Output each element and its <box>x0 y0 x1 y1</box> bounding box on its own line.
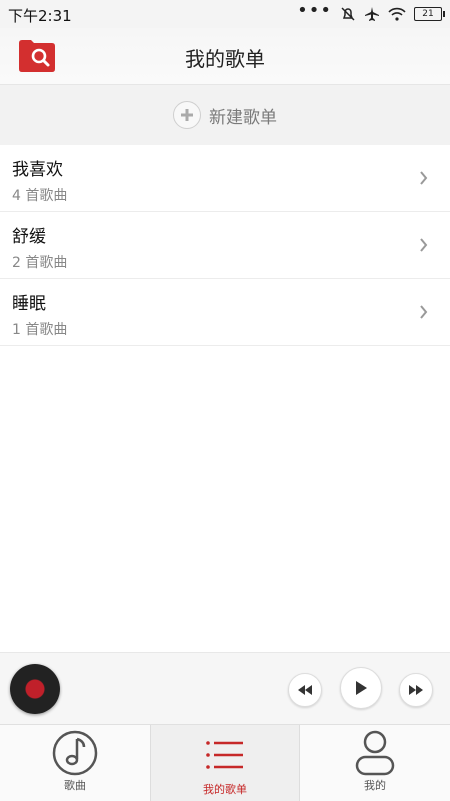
playlist-name: 睡眠 <box>12 294 46 314</box>
new-playlist-button[interactable]: 新建歌单 <box>0 85 450 145</box>
list-icon <box>206 741 243 769</box>
fast-forward-icon <box>409 685 423 695</box>
status-bar: 下午2:31 ••• 21 <box>0 0 450 28</box>
playlist-name: 舒缓 <box>12 227 46 247</box>
user-icon <box>355 730 395 776</box>
list-item[interactable]: 舒缓 2 首歌曲 <box>0 212 450 279</box>
playlist-list: 我喜欢 4 首歌曲 舒缓 2 首歌曲 睡眠 1 首歌曲 <box>0 145 450 346</box>
status-icons: ••• 21 <box>297 0 445 22</box>
tab-my-playlists[interactable]: 我的歌单 <box>150 725 300 801</box>
header: 我的歌单 <box>0 28 450 85</box>
list-item[interactable]: 我喜欢 4 首歌曲 <box>0 145 450 212</box>
mini-player <box>0 652 450 725</box>
playlist-count: 2 首歌曲 <box>12 255 68 271</box>
tab-label: 歌曲 <box>64 779 86 792</box>
play-icon <box>356 681 367 695</box>
rewind-icon <box>298 685 312 695</box>
music-note-icon <box>52 730 98 776</box>
plus-icon <box>173 101 201 129</box>
page-title: 我的歌单 <box>185 47 265 71</box>
vinyl-disc-icon[interactable] <box>10 664 60 714</box>
play-button[interactable] <box>340 667 382 709</box>
previous-button[interactable] <box>288 673 322 707</box>
battery-icon: 21 <box>414 7 445 21</box>
wifi-icon <box>388 7 406 21</box>
next-button[interactable] <box>399 673 433 707</box>
tab-songs[interactable]: 歌曲 <box>0 725 150 801</box>
chevron-right-icon <box>420 305 428 319</box>
tab-me[interactable]: 我的 <box>300 725 450 801</box>
playlist-name: 我喜欢 <box>12 160 63 180</box>
status-time: 下午2:31 <box>8 7 72 25</box>
new-playlist-label: 新建歌单 <box>209 107 277 128</box>
list-item[interactable]: 睡眠 1 首歌曲 <box>0 279 450 346</box>
playlist-count: 1 首歌曲 <box>12 322 68 338</box>
more-dots-icon: ••• <box>297 0 332 21</box>
alarm-off-icon <box>341 7 355 21</box>
tab-label: 我的 <box>364 779 386 792</box>
airplane-icon <box>365 7 379 21</box>
tab-label: 我的歌单 <box>203 783 247 796</box>
playlist-count: 4 首歌曲 <box>12 188 68 204</box>
chevron-right-icon <box>420 238 428 252</box>
bottom-tab-bar: 歌曲 我的歌单 我的 <box>0 724 450 801</box>
chevron-right-icon <box>420 171 428 185</box>
